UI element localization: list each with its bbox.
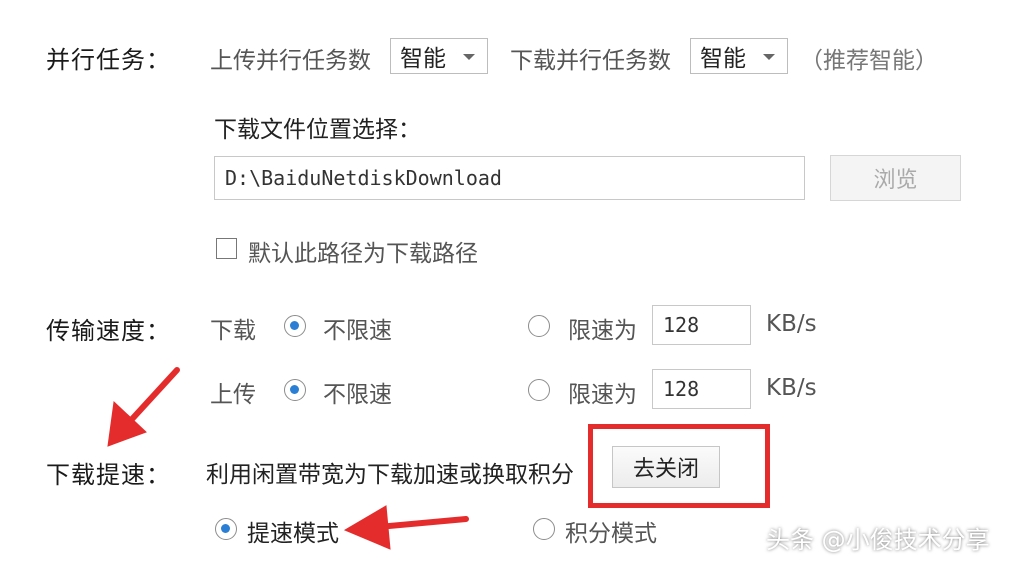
watermark: 头条 @小俊技术分享 <box>766 526 990 554</box>
annotation-arrow-left-icon <box>107 367 180 447</box>
annotation-arrow-bottom-icon <box>343 505 469 550</box>
annotation-arrows <box>107 367 469 550</box>
